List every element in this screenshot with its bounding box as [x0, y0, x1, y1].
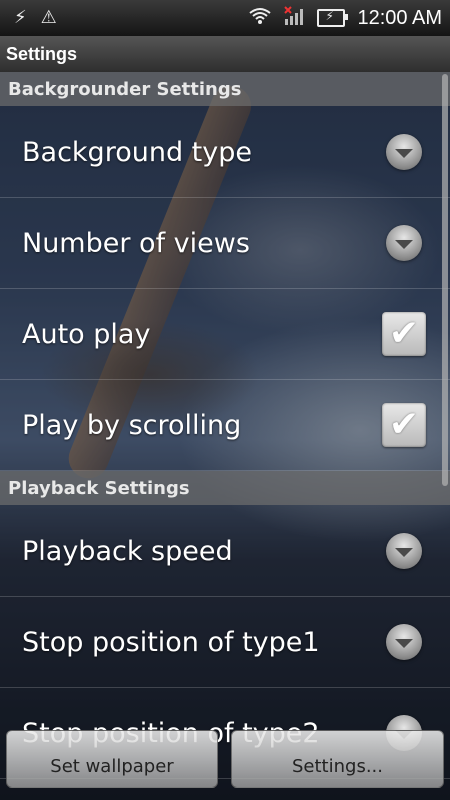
play-by-scrolling-checkbox[interactable]: ✔ [382, 403, 426, 447]
setting-label: Stop position of type1 [22, 626, 320, 658]
warning-icon: ⚠ [40, 7, 57, 28]
checkmark-icon: ✔ [388, 404, 420, 445]
wifi-icon [249, 7, 272, 29]
status-time: 12:00 AM [357, 6, 442, 29]
auto-play-checkbox[interactable]: ✔ [382, 312, 426, 356]
setting-label: Auto play [22, 318, 151, 350]
settings-button[interactable]: Settings... [231, 730, 444, 788]
setting-label: Background type [22, 136, 252, 168]
page-title: Settings [6, 43, 78, 64]
setting-label: Playback speed [22, 535, 233, 567]
setting-background-type[interactable]: Background type [0, 107, 450, 198]
setting-stop-position-type1[interactable]: Stop position of type1 [0, 597, 450, 688]
usb-debug-icon: ⚡ [14, 7, 27, 28]
section-header-playback: Playback Settings [0, 471, 450, 505]
setting-label: Number of views [22, 227, 250, 259]
section-header-backgrounder: Backgrounder Settings [0, 72, 450, 106]
dropdown-arrow-icon[interactable] [386, 225, 422, 261]
battery-charging-icon: ⚡ [317, 9, 349, 27]
bottom-button-bar: Set wallpaper Settings... [0, 726, 450, 800]
no-signal-icon [283, 5, 305, 31]
section-header-label: Backgrounder Settings [8, 78, 242, 100]
setting-auto-play[interactable]: Auto play ✔ [0, 289, 450, 380]
dropdown-arrow-icon[interactable] [386, 533, 422, 569]
scrollbar[interactable] [442, 74, 448, 486]
status-bar: ⚡ ⚠ ⚡ 12:00 AM [0, 0, 450, 36]
setting-label: Play by scrolling [22, 409, 242, 441]
set-wallpaper-button[interactable]: Set wallpaper [6, 730, 218, 788]
setting-number-of-views[interactable]: Number of views [0, 198, 450, 289]
dropdown-arrow-icon[interactable] [386, 134, 422, 170]
dropdown-arrow-icon[interactable] [386, 624, 422, 660]
section-header-label: Playback Settings [8, 477, 190, 499]
setting-playback-speed[interactable]: Playback speed [0, 506, 450, 597]
checkmark-icon: ✔ [388, 313, 420, 354]
setting-play-by-scrolling[interactable]: Play by scrolling ✔ [0, 380, 450, 471]
title-bar: Settings [0, 36, 450, 72]
